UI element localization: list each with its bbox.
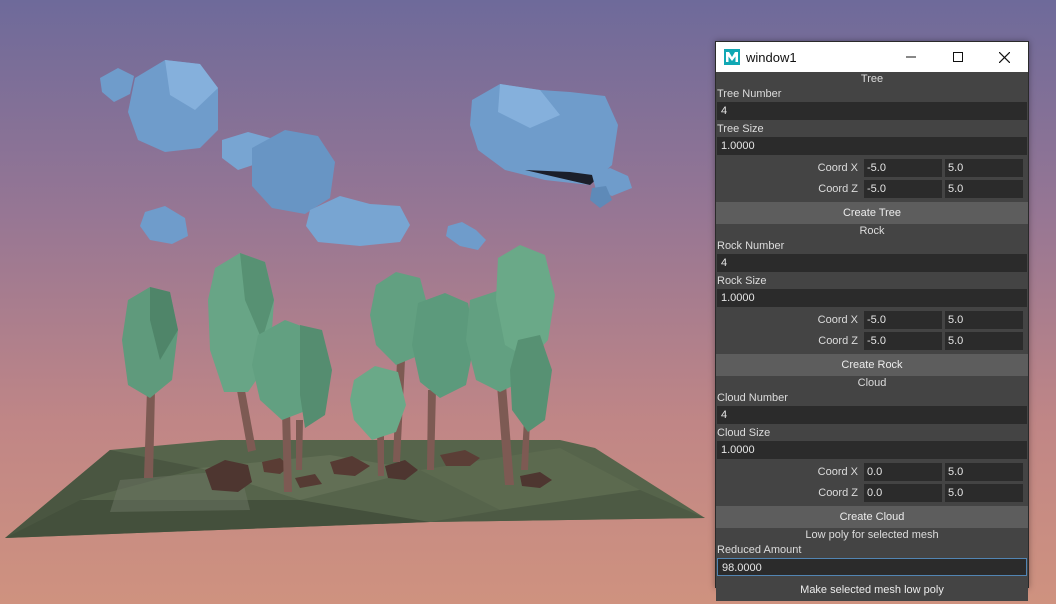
rock-coord-x-row: Coord X -5.0 5.0 [716,309,1028,330]
tree-coord-x-row: Coord X -5.0 5.0 [716,157,1028,178]
title-bar[interactable]: window1 [716,42,1028,72]
rock-coord-z-max-field[interactable]: 5.0 [945,331,1023,350]
cloud-number-label: Cloud Number [717,392,788,404]
create-rock-button[interactable]: Create Rock [716,354,1028,376]
tree-number-label: Tree Number [717,88,782,100]
tool-window: window1 Tree Tree Number 4 Tree Size 1.0… [715,41,1029,601]
cloud-coord-z-label: Coord Z [818,486,858,499]
rock-section-title: Rock [859,225,885,237]
minimize-button[interactable] [887,42,934,72]
rock-coord-z-label: Coord Z [818,334,858,347]
maya-m-icon [724,49,740,65]
rock-coord-x-label: Coord X [817,313,858,326]
cloud-coord-z-row: Coord Z 0.0 5.0 [716,482,1028,503]
close-icon [999,51,1010,63]
rock-size-field[interactable]: 1.0000 [717,289,1027,307]
minimize-icon [905,56,916,58]
close-button[interactable] [981,42,1028,72]
cloud-section-title: Cloud [857,377,887,389]
rock-coord-z-min-field[interactable]: -5.0 [864,331,942,350]
tree-coord-x-label: Coord X [817,161,858,174]
tree-coord-x-min-field[interactable]: -5.0 [864,158,942,177]
clouds [100,60,632,250]
cloud-coord-x-max-field[interactable]: 5.0 [945,462,1023,481]
cloud-coord-x-min-field[interactable]: 0.0 [864,462,942,481]
lowpoly-section-title: Low poly for selected mesh [805,529,939,541]
rock-coord-x-max-field[interactable]: 5.0 [945,310,1023,329]
reduced-amount-label: Reduced Amount [717,544,802,556]
window-content: Tree Tree Number 4 Tree Size 1.0000 Coor… [716,72,1028,601]
rock-size-label: Rock Size [717,275,767,287]
tree-coord-z-label: Coord Z [818,182,858,195]
tree-coord-x-max-field[interactable]: 5.0 [945,158,1023,177]
create-cloud-button[interactable]: Create Cloud [716,506,1028,528]
tree-section-title: Tree [860,73,884,85]
tree-number-field[interactable]: 4 [717,102,1027,120]
cloud-size-label: Cloud Size [717,427,771,439]
cloud-coord-x-label: Coord X [817,465,858,478]
cloud-coord-z-min-field[interactable]: 0.0 [864,483,942,502]
cloud-coord-x-row: Coord X 0.0 5.0 [716,461,1028,482]
rock-number-label: Rock Number [717,240,785,252]
tree-crowns [122,245,555,440]
cloud-number-field[interactable]: 4 [717,406,1027,424]
reduced-amount-field[interactable]: 98.0000 [717,558,1027,576]
ground-plane [5,440,705,538]
make-low-poly-button[interactable]: Make selected mesh low poly [716,579,1028,601]
cloud-size-field[interactable]: 1.0000 [717,441,1027,459]
maximize-icon [952,52,963,62]
window-title: window1 [746,49,797,65]
tree-coord-z-max-field[interactable]: 5.0 [945,179,1023,198]
tree-size-label: Tree Size [717,123,764,135]
rock-coord-x-min-field[interactable]: -5.0 [864,310,942,329]
maximize-button[interactable] [934,42,981,72]
cloud-coord-z-max-field[interactable]: 5.0 [945,483,1023,502]
rock-coord-z-row: Coord Z -5.0 5.0 [716,330,1028,351]
tree-coord-z-row: Coord Z -5.0 5.0 [716,178,1028,199]
tree-coord-z-min-field[interactable]: -5.0 [864,179,942,198]
tree-size-field[interactable]: 1.0000 [717,137,1027,155]
create-tree-button[interactable]: Create Tree [716,202,1028,224]
rock-number-field[interactable]: 4 [717,254,1027,272]
